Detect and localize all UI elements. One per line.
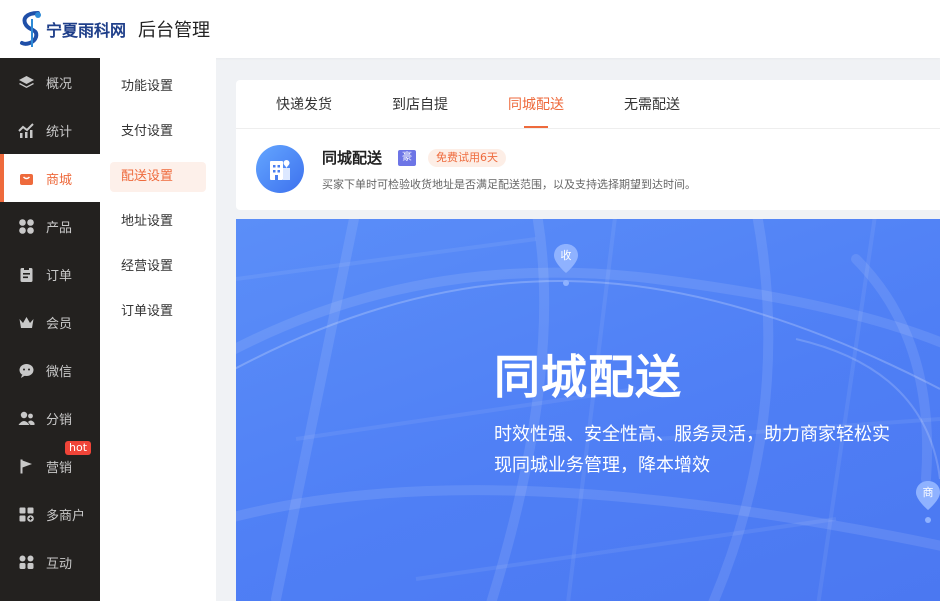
tab-express[interactable]: 快递发货 bbox=[276, 80, 332, 128]
page-title: 后台管理 bbox=[138, 20, 211, 41]
sidebar-item-label: 多商户 bbox=[46, 508, 86, 524]
sidebar-item-mall[interactable]: 商城 bbox=[0, 154, 100, 202]
feature-description: 买家下单时可检验收货地址是否满足配送范围，以及支持选择期望到达时间。 bbox=[322, 178, 696, 191]
building-icon bbox=[256, 145, 304, 193]
promo-banner: 收 商 同城配送 时效性强、安全性高、服务灵活，助力商家轻松实现同城业务管理，降… bbox=[236, 219, 940, 601]
sidebar-item-overview[interactable]: 概况 bbox=[0, 58, 100, 106]
sidebar-item-members[interactable]: 会员 bbox=[0, 298, 100, 346]
pin-receive-label: 收 bbox=[560, 249, 572, 262]
submenu-item-function-settings[interactable]: 功能设置 bbox=[110, 72, 206, 102]
sidebar-item-orders[interactable]: 订单 bbox=[0, 250, 100, 298]
premium-badge: 豪 bbox=[398, 149, 417, 166]
grid-icon bbox=[18, 218, 35, 235]
sidebar-item-label: 会员 bbox=[46, 316, 73, 332]
submenu-item-order-settings[interactable]: 订单设置 bbox=[110, 297, 206, 327]
sidebar-item-label: 营销 bbox=[46, 460, 73, 476]
sidebar-item-label: 订单 bbox=[46, 268, 73, 284]
brand-logo[interactable]: 宁夏雨科网 bbox=[18, 9, 126, 49]
banner-title: 同城配送 bbox=[494, 350, 682, 404]
shop-icon bbox=[18, 170, 35, 187]
delivery-tabs: 快递发货 到店自提 同城配送 无需配送 bbox=[236, 80, 940, 129]
sidebar-item-distribution[interactable]: 分销 bbox=[0, 394, 100, 442]
sidebar-item-interaction[interactable]: 互动 bbox=[0, 538, 100, 586]
pin-shop-label: 商 bbox=[922, 486, 934, 499]
sidebar-item-label: 微信 bbox=[46, 364, 73, 380]
layers-icon bbox=[18, 74, 35, 91]
submenu-item-address-settings[interactable]: 地址设置 bbox=[110, 207, 206, 237]
delivery-card: 快递发货 到店自提 同城配送 无需配送 同城配送 豪 免费试用6天 买家下单时可… bbox=[236, 80, 940, 210]
users-icon bbox=[18, 410, 35, 427]
store-plus-icon bbox=[18, 506, 35, 523]
sidebar-item-label: 分销 bbox=[46, 412, 73, 428]
top-header: 宁夏雨科网 后台管理 bbox=[0, 0, 940, 58]
sidebar-item-products[interactable]: 产品 bbox=[0, 202, 100, 250]
sidebar-item-label: 概况 bbox=[46, 76, 73, 92]
sidebar-item-label: 统计 bbox=[46, 124, 73, 140]
crown-icon bbox=[18, 314, 35, 331]
feature-header: 同城配送 豪 免费试用6天 买家下单时可检验收货地址是否满足配送范围，以及支持选… bbox=[236, 129, 940, 193]
submenu-item-business-settings[interactable]: 经营设置 bbox=[110, 252, 206, 282]
sidebar-item-label: 互动 bbox=[46, 556, 73, 572]
map-background-illustration bbox=[236, 219, 940, 601]
sub-menu: 功能设置 支付设置 配送设置 地址设置 经营设置 订单设置 bbox=[100, 58, 216, 601]
tab-self-pickup[interactable]: 到店自提 bbox=[392, 80, 448, 128]
sidebar-item-statistics[interactable]: 统计 bbox=[0, 106, 100, 154]
tab-no-delivery[interactable]: 无需配送 bbox=[624, 80, 680, 128]
logo-mark-icon bbox=[18, 9, 44, 49]
sidebar-item-multi-merchant[interactable]: 多商户 bbox=[0, 490, 100, 538]
main-sidebar: 概况 统计 商城 产品 订单 会员 微信 分销 营销 hot 多商户 互动 bbox=[0, 58, 100, 601]
submenu-item-payment-settings[interactable]: 支付设置 bbox=[110, 117, 206, 147]
banner-subtitle: 时效性强、安全性高、服务灵活，助力商家轻松实现同城业务管理，降本增效 bbox=[494, 424, 890, 476]
flag-icon bbox=[18, 458, 35, 475]
interact-icon bbox=[18, 554, 35, 571]
trial-badge: 免费试用6天 bbox=[428, 148, 507, 167]
logo-text: 宁夏雨科网 bbox=[46, 21, 127, 40]
chart-icon bbox=[18, 122, 35, 139]
feature-info: 同城配送 豪 免费试用6天 买家下单时可检验收货地址是否满足配送范围，以及支持选… bbox=[322, 145, 696, 193]
sidebar-item-label: 产品 bbox=[46, 220, 73, 236]
tab-local-delivery[interactable]: 同城配送 bbox=[508, 80, 564, 128]
sidebar-item-label: 商城 bbox=[46, 172, 73, 188]
hot-badge: hot bbox=[65, 441, 92, 455]
sidebar-item-wechat[interactable]: 微信 bbox=[0, 346, 100, 394]
wechat-icon bbox=[18, 362, 35, 379]
clipboard-icon bbox=[18, 266, 35, 283]
submenu-item-delivery-settings[interactable]: 配送设置 bbox=[110, 162, 206, 192]
map-pin-receive: 收 bbox=[553, 243, 579, 291]
feature-title: 同城配送 bbox=[322, 149, 383, 167]
map-pin-shop: 商 bbox=[915, 480, 940, 528]
sidebar-item-marketing[interactable]: 营销 hot bbox=[0, 441, 100, 490]
feature-title-row: 同城配送 豪 免费试用6天 bbox=[322, 147, 696, 168]
